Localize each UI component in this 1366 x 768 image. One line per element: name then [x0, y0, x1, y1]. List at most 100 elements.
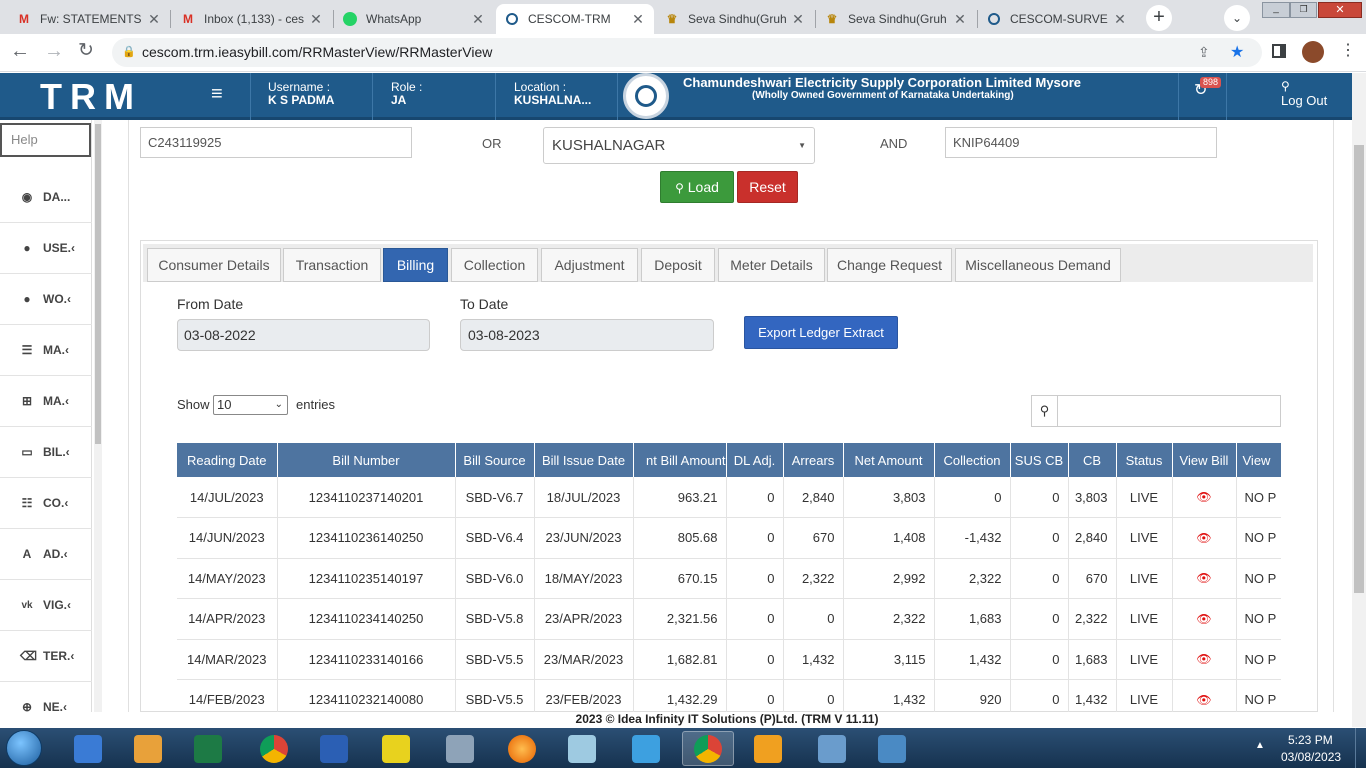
sidebar-item-billing[interactable]: ▭ BIL.‹ [0, 427, 92, 478]
window-close-button[interactable]: ✕ [1318, 2, 1362, 18]
taskbar-app[interactable] [556, 731, 608, 766]
sidebar-item-work[interactable]: ● WO.‹ [0, 274, 92, 325]
close-icon[interactable]: ✕ [952, 11, 968, 28]
hamburger-icon[interactable]: ≡ [211, 83, 223, 106]
tab-transaction[interactable]: Transaction [283, 248, 381, 282]
column-header[interactable]: SUS CB [1010, 443, 1069, 477]
tab-collection[interactable]: Collection [451, 248, 538, 282]
export-ledger-button[interactable]: Export Ledger Extract [744, 316, 898, 349]
table-search[interactable]: ⚲ [1031, 395, 1281, 427]
account-id-input[interactable]: C243119925 [140, 127, 412, 158]
close-icon[interactable]: ✕ [790, 11, 806, 28]
taskbar-app[interactable] [866, 731, 918, 766]
show-desktop-button[interactable] [1355, 728, 1366, 768]
clock-date[interactable]: 03/08/2023 [1281, 750, 1341, 764]
browser-tab[interactable]: ♛ Seva Sindhu(Gruh ✕ [656, 4, 814, 34]
taskbar-app[interactable] [620, 731, 672, 766]
profile-avatar[interactable] [1302, 41, 1324, 63]
bookmark-star-icon[interactable]: ★ [1230, 38, 1244, 67]
forward-icon[interactable]: → [44, 40, 64, 63]
browser-tab[interactable]: WhatsApp ✕ [334, 4, 494, 34]
back-icon[interactable]: ← [10, 40, 30, 63]
column-header[interactable]: View [1236, 443, 1281, 477]
browser-tab[interactable]: CESCOM-SURVEY ✕ [978, 4, 1136, 34]
taskbar-app[interactable] [496, 731, 548, 766]
tab-miscellaneous-demand[interactable]: Miscellaneous Demand [955, 248, 1121, 282]
column-header[interactable]: DL Adj. [726, 443, 784, 477]
sidebar-scrollbar[interactable] [94, 120, 102, 712]
reset-button[interactable]: Reset [737, 171, 798, 203]
sidebar-item-dashboard[interactable]: ◉ DA... [0, 172, 92, 223]
entries-select[interactable]: 10 ⌄ [213, 395, 288, 415]
view-bill-icon[interactable]: 👁 [1172, 517, 1237, 559]
help-input[interactable]: Help [0, 123, 91, 157]
sidebar-item-terminate[interactable]: ⌫ TER.‹ [0, 631, 92, 682]
to-date-input[interactable]: 03-08-2023 [460, 319, 714, 351]
column-header[interactable]: Net Amount [843, 443, 935, 477]
close-icon[interactable]: ✕ [146, 11, 162, 28]
sidebar-item-collection[interactable]: ☷ CO.‹ [0, 478, 92, 529]
column-header[interactable]: Collection [934, 443, 1011, 477]
tab-search-button[interactable]: ⌄ [1224, 5, 1250, 31]
tab-billing[interactable]: Billing [383, 248, 448, 282]
new-tab-button[interactable]: + [1146, 5, 1172, 31]
column-header[interactable]: View Bill [1172, 443, 1237, 477]
tab-deposit[interactable]: Deposit [641, 248, 715, 282]
share-icon[interactable]: ⇪ [1198, 38, 1210, 67]
column-header[interactable]: Bill Number [277, 443, 456, 477]
taskbar-app[interactable] [806, 731, 858, 766]
rr-number-input[interactable]: KNIP64409 [945, 127, 1217, 158]
clock-time[interactable]: 5:23 PM [1288, 733, 1333, 747]
logout-icon[interactable]: ⚲ [1281, 79, 1290, 93]
taskbar-app[interactable] [248, 731, 300, 766]
taskbar-app[interactable] [742, 731, 794, 766]
tab-consumer-details[interactable]: Consumer Details [147, 248, 281, 282]
view-bill-icon[interactable]: 👁 [1172, 679, 1237, 712]
address-bar[interactable]: 🔒 cescom.trm.ieasybill.com/RRMasterView/… [112, 38, 1262, 67]
taskbar-app[interactable] [182, 731, 234, 766]
view-bill-icon[interactable]: 👁 [1172, 639, 1237, 680]
from-date-input[interactable]: 03-08-2022 [177, 319, 430, 351]
close-icon[interactable]: ✕ [630, 11, 646, 28]
close-icon[interactable]: ✕ [470, 11, 486, 28]
sidebar-item-master[interactable]: ☰ MA.‹ [0, 325, 92, 376]
view-bill-icon[interactable]: 👁 [1172, 558, 1237, 599]
close-icon[interactable]: ✕ [1112, 11, 1128, 28]
view-bill-icon[interactable]: 👁 [1172, 598, 1237, 640]
column-header[interactable]: nt Bill Amount [633, 443, 727, 477]
sidebar-item-user[interactable]: ● USE.‹ [0, 223, 92, 274]
taskbar-app[interactable] [434, 731, 486, 766]
reload-icon[interactable]: ↻ [78, 39, 94, 62]
browser-tab[interactable]: ♛ Seva Sindhu(Gruh ✕ [816, 4, 976, 34]
column-header[interactable]: Bill Issue Date [534, 443, 634, 477]
taskbar-app[interactable] [308, 731, 360, 766]
load-button[interactable]: ⚲ Load [660, 171, 734, 203]
tab-change-request[interactable]: Change Request [827, 248, 952, 282]
page-scrollbar[interactable] [1352, 73, 1366, 727]
column-header[interactable]: Bill Source [455, 443, 535, 477]
view-bill-icon[interactable]: 👁 [1172, 477, 1237, 518]
browser-tab[interactable]: M Inbox (1,133) - ces ✕ [172, 4, 332, 34]
browser-tab-active[interactable]: CESCOM-TRM ✕ [496, 4, 654, 34]
column-header[interactable]: Status [1116, 443, 1173, 477]
tab-meter-details[interactable]: Meter Details [718, 248, 825, 282]
taskbar-app[interactable] [122, 731, 174, 766]
sidebar-item-master-2[interactable]: ⊞ MA.‹ [0, 376, 92, 427]
side-panel-icon[interactable] [1272, 44, 1286, 58]
browser-tab[interactable]: M Fw: STATEMENTS ✕ [8, 4, 170, 34]
tab-adjustment[interactable]: Adjustment [541, 248, 638, 282]
location-select[interactable]: KUSHALNAGAR ▼ [543, 127, 815, 164]
column-header[interactable]: CB [1068, 443, 1117, 477]
column-header[interactable]: Arrears [783, 443, 844, 477]
column-header[interactable]: Reading Date [177, 443, 278, 477]
minimize-button[interactable]: _ [1262, 2, 1290, 18]
taskbar-app[interactable] [370, 731, 422, 766]
taskbar-app-active[interactable] [682, 731, 734, 766]
browser-menu-icon[interactable]: ⋮ [1340, 40, 1356, 60]
maximize-button[interactable]: ❐ [1290, 2, 1317, 18]
sidebar-item-admin[interactable]: A AD.‹ [0, 529, 92, 580]
logout-link[interactable]: Log Out [1281, 93, 1327, 108]
tray-arrow-icon[interactable]: ▲ [1255, 740, 1265, 751]
sidebar-item-new[interactable]: ⊕ NE.‹ [0, 682, 92, 733]
close-icon[interactable]: ✕ [308, 11, 324, 28]
